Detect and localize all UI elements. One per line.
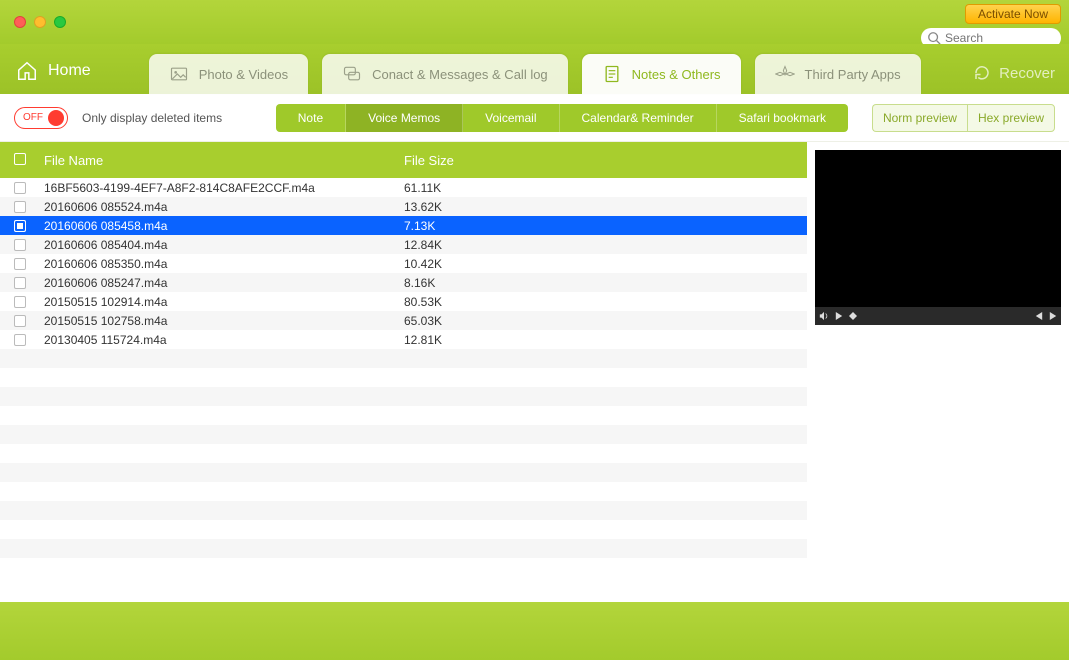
recover-button[interactable]: Recover <box>973 64 1055 82</box>
deleted-only-toggle[interactable]: OFF <box>14 107 68 129</box>
file-size-cell: 12.81K <box>404 333 807 347</box>
preview-mode-buttons: Norm preview Hex preview <box>872 104 1055 132</box>
column-header-size[interactable]: File Size <box>404 153 807 168</box>
tab-label: Conact & Messages & Call log <box>372 67 548 82</box>
subtab-calendar-reminder[interactable]: Calendar& Reminder <box>560 104 717 132</box>
subtab-note[interactable]: Note <box>276 104 346 132</box>
file-name-cell: 20160606 085404.m4a <box>44 238 404 252</box>
file-size-cell: 13.62K <box>404 200 807 214</box>
table-body: 16BF5603-4199-4EF7-A8F2-814C8AFE2CCF.m4a… <box>0 178 807 349</box>
tab-label: Photo & Videos <box>199 67 288 82</box>
home-button[interactable]: Home <box>10 60 109 94</box>
table-row[interactable]: 16BF5603-4199-4EF7-A8F2-814C8AFE2CCF.m4a… <box>0 178 807 197</box>
row-checkbox[interactable] <box>14 296 26 308</box>
column-header-name[interactable]: File Name <box>44 153 404 168</box>
minimize-window-button[interactable] <box>34 16 46 28</box>
file-name-cell: 20160606 085350.m4a <box>44 257 404 271</box>
preview-pane <box>807 142 1069 602</box>
image-icon <box>169 64 189 84</box>
row-checkbox[interactable] <box>14 182 26 194</box>
row-checkbox[interactable] <box>14 220 26 232</box>
home-icon <box>16 60 38 82</box>
title-bar: Activate Now <box>0 0 1069 44</box>
tab-label: Notes & Others <box>632 67 721 82</box>
progress-marker-icon[interactable] <box>849 312 857 320</box>
tab-photo-videos[interactable]: Photo & Videos <box>149 54 308 94</box>
select-all-checkbox[interactable] <box>14 153 26 165</box>
table-header: File Name File Size <box>0 142 807 178</box>
search-icon <box>927 31 941 45</box>
toggle-text: OFF <box>23 112 43 123</box>
recover-label: Recover <box>999 65 1055 82</box>
table-row[interactable]: 20160606 085350.m4a10.42K <box>0 254 807 273</box>
row-checkbox[interactable] <box>14 201 26 213</box>
media-player[interactable] <box>815 150 1061 325</box>
next-icon[interactable] <box>1049 312 1057 320</box>
prev-icon[interactable] <box>1035 312 1043 320</box>
table-row[interactable]: 20150515 102758.m4a65.03K <box>0 311 807 330</box>
fullscreen-window-button[interactable] <box>54 16 66 28</box>
file-size-cell: 7.13K <box>404 219 807 233</box>
subtab-safari-bookmark[interactable]: Safari bookmark <box>717 104 848 132</box>
note-icon <box>602 64 622 84</box>
file-size-cell: 80.53K <box>404 295 807 309</box>
file-size-cell: 8.16K <box>404 276 807 290</box>
toggle-knob <box>48 110 64 126</box>
file-name-cell: 20150515 102914.m4a <box>44 295 404 309</box>
main-tabs: Photo & Videos Conact & Messages & Call … <box>149 54 921 94</box>
category-subtabs: NoteVoice MemosVoicemailCalendar& Remind… <box>276 104 848 132</box>
close-window-button[interactable] <box>14 16 26 28</box>
main-tab-bar: Home Photo & Videos Conact & Messages & … <box>0 44 1069 94</box>
content-area: File Name File Size 16BF5603-4199-4EF7-A… <box>0 142 1069 602</box>
norm-preview-button[interactable]: Norm preview <box>872 104 967 132</box>
file-name-cell: 20130405 115724.m4a <box>44 333 404 347</box>
play-icon[interactable] <box>835 312 843 320</box>
player-controls <box>815 307 1061 325</box>
file-size-cell: 65.03K <box>404 314 807 328</box>
window-controls <box>14 16 66 28</box>
table-row[interactable]: 20160606 085458.m4a7.13K <box>0 216 807 235</box>
file-name-cell: 16BF5603-4199-4EF7-A8F2-814C8AFE2CCF.m4a <box>44 181 404 195</box>
tab-contacts-messages[interactable]: Conact & Messages & Call log <box>322 54 568 94</box>
tab-notes-others[interactable]: Notes & Others <box>582 54 741 94</box>
activate-now-button[interactable]: Activate Now <box>965 4 1061 24</box>
file-size-cell: 12.84K <box>404 238 807 252</box>
hex-preview-button[interactable]: Hex preview <box>967 104 1055 132</box>
file-name-cell: 20160606 085247.m4a <box>44 276 404 290</box>
file-size-cell: 10.42K <box>404 257 807 271</box>
table-row[interactable]: 20160606 085524.m4a13.62K <box>0 197 807 216</box>
empty-rows <box>0 349 807 577</box>
row-checkbox[interactable] <box>14 258 26 270</box>
file-table: File Name File Size 16BF5603-4199-4EF7-A… <box>0 142 807 602</box>
file-name-cell: 20150515 102758.m4a <box>44 314 404 328</box>
table-row[interactable]: 20130405 115724.m4a12.81K <box>0 330 807 349</box>
filter-bar: OFF Only display deleted items NoteVoice… <box>0 94 1069 142</box>
table-row[interactable]: 20160606 085247.m4a8.16K <box>0 273 807 292</box>
refresh-icon <box>973 64 991 82</box>
row-checkbox[interactable] <box>14 315 26 327</box>
apps-icon <box>775 64 795 84</box>
volume-icon[interactable] <box>819 311 829 321</box>
table-row[interactable]: 20150515 102914.m4a80.53K <box>0 292 807 311</box>
row-checkbox[interactable] <box>14 334 26 346</box>
home-label: Home <box>48 62 91 80</box>
subtab-voice-memos[interactable]: Voice Memos <box>346 104 463 132</box>
table-row[interactable]: 20160606 085404.m4a12.84K <box>0 235 807 254</box>
chat-icon <box>342 64 362 84</box>
row-checkbox[interactable] <box>14 277 26 289</box>
file-name-cell: 20160606 085458.m4a <box>44 219 404 233</box>
bottom-bar <box>0 602 1069 660</box>
tab-label: Third Party Apps <box>805 67 901 82</box>
file-size-cell: 61.11K <box>404 181 807 195</box>
toggle-label: Only display deleted items <box>82 111 222 125</box>
subtab-voicemail[interactable]: Voicemail <box>463 104 559 132</box>
file-name-cell: 20160606 085524.m4a <box>44 200 404 214</box>
row-checkbox[interactable] <box>14 239 26 251</box>
tab-third-party[interactable]: Third Party Apps <box>755 54 921 94</box>
